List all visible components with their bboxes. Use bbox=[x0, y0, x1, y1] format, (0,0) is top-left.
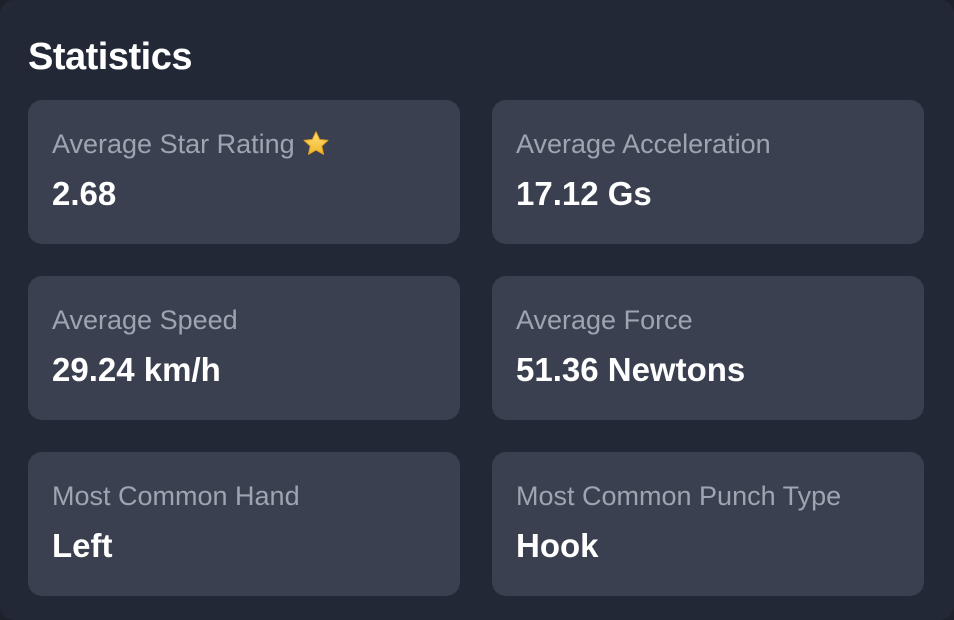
stat-label: Average Speed bbox=[52, 305, 238, 335]
stat-value: Left bbox=[52, 527, 113, 564]
stat-value: 29.24 km/h bbox=[52, 351, 221, 388]
stat-label: Average Star Rating bbox=[52, 129, 295, 159]
stat-card-average-acceleration: Average Acceleration 17.12 Gs bbox=[492, 100, 924, 244]
stat-label: Average Force bbox=[516, 305, 693, 335]
stat-card-most-common-punch-type: Most Common Punch Type Hook bbox=[492, 452, 924, 596]
stat-card-average-force: Average Force 51.36 Newtons bbox=[492, 276, 924, 420]
stat-value: 17.12 Gs bbox=[516, 175, 652, 212]
stat-card-average-speed: Average Speed 29.24 km/h bbox=[28, 276, 460, 420]
stat-value: 51.36 Newtons bbox=[516, 351, 746, 388]
stat-card-average-star-rating: Average Star Rating 2.68 bbox=[28, 100, 460, 244]
statistics-panel: Statistics Average Star Rating 2.68 Aver… bbox=[0, 0, 954, 620]
stat-label-row: Average Star Rating bbox=[52, 127, 436, 161]
stat-label: Most Common Hand bbox=[52, 481, 300, 511]
stat-label: Average Acceleration bbox=[516, 129, 771, 159]
stats-grid: Average Star Rating 2.68 Average Acceler… bbox=[28, 100, 924, 596]
panel-title: Statistics bbox=[28, 36, 192, 78]
stat-value: 2.68 bbox=[52, 175, 117, 212]
star-icon bbox=[301, 129, 331, 159]
stat-value: Hook bbox=[516, 527, 599, 564]
stat-card-most-common-hand: Most Common Hand Left bbox=[28, 452, 460, 596]
stat-label: Most Common Punch Type bbox=[516, 481, 842, 511]
